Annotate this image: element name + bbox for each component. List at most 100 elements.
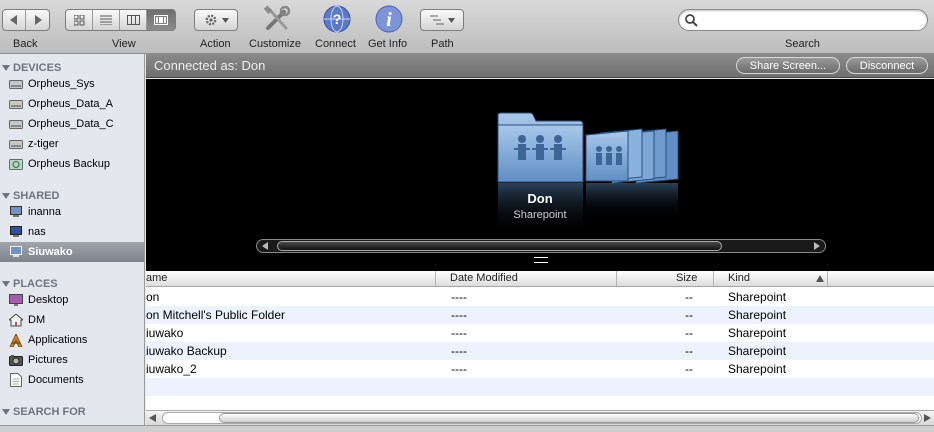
connect-button[interactable]: ? xyxy=(322,4,352,34)
column-divider[interactable] xyxy=(827,271,828,286)
svg-text:?: ? xyxy=(333,11,342,27)
view-icons-button[interactable] xyxy=(66,10,93,30)
item-date: ---- xyxy=(451,290,467,304)
sidebar-item-dm[interactable]: DM xyxy=(0,310,144,330)
column-header-name[interactable]: ame xyxy=(146,272,167,286)
sidebar-item-applications[interactable]: Applications xyxy=(0,330,144,350)
disclosure-triangle-icon xyxy=(2,65,10,71)
coverflow-title: Don xyxy=(527,191,553,206)
sidebar-item-label: z-tiger xyxy=(28,138,59,150)
sidebar-item-orpheus-data-a[interactable]: Orpheus_Data_A xyxy=(0,94,144,114)
column-view-icon xyxy=(126,15,140,25)
sort-ascending-icon xyxy=(816,275,824,282)
customize-button[interactable] xyxy=(262,4,292,34)
path-button[interactable] xyxy=(420,9,464,31)
sidebar-item-pictures[interactable]: Pictures xyxy=(0,350,144,370)
chevron-right-icon xyxy=(34,15,42,25)
split-view-handle[interactable] xyxy=(534,257,548,263)
column-divider[interactable] xyxy=(435,271,436,286)
view-label: View xyxy=(112,38,136,50)
column-header-size[interactable]: Size xyxy=(676,272,697,286)
search-field xyxy=(678,9,928,31)
horizontal-scrollbar[interactable] xyxy=(146,410,934,425)
sidebar-item-desktop[interactable]: Desktop xyxy=(0,290,144,310)
scroll-right-icon[interactable] xyxy=(814,242,820,250)
column-header-date-modified[interactable]: Date Modified xyxy=(450,272,518,286)
icon-view-icon xyxy=(73,14,84,25)
item-size: -- xyxy=(685,326,693,340)
sidebar-item-orpheus-sys[interactable]: Orpheus_Sys xyxy=(0,74,144,94)
sidebar-item-label: DM xyxy=(28,314,46,326)
item-name: iuwako Backup xyxy=(146,344,227,358)
search-icon xyxy=(685,14,698,27)
empty-row xyxy=(146,378,934,396)
view-list-button[interactable] xyxy=(93,10,120,30)
path-label: Path xyxy=(431,38,454,50)
list-item[interactable]: on Mitchell's Public Folder ---- -- Shar… xyxy=(146,306,934,324)
sidebar-item-inanna[interactable]: inanna xyxy=(0,202,144,222)
sidebar-section-shared[interactable]: SHARED xyxy=(0,174,144,202)
column-divider[interactable] xyxy=(616,271,617,286)
hard-drive-icon xyxy=(8,97,23,111)
sidebar-section-places[interactable]: PLACES xyxy=(0,262,144,290)
section-title: SHARED xyxy=(13,190,60,202)
forward-button[interactable] xyxy=(26,10,49,30)
gear-icon xyxy=(205,14,216,26)
scroll-track[interactable] xyxy=(162,412,922,424)
sidebar-section-search-for[interactable]: SEARCH FOR xyxy=(0,390,144,418)
search-input[interactable] xyxy=(701,12,921,28)
action-button[interactable] xyxy=(194,9,238,31)
sidebar-item-label: Applications xyxy=(28,334,88,346)
coverflow-scrollbar[interactable] xyxy=(256,239,826,253)
list-item[interactable]: on ---- -- Sharepoint xyxy=(146,288,934,306)
sidebar-item-nas[interactable]: nas xyxy=(0,222,144,242)
sidebar-item-label: nas xyxy=(28,226,46,238)
coverflow-view: Don Sharepoint xyxy=(146,79,934,271)
connected-as-text: Connected as: Don xyxy=(154,58,266,73)
list-item[interactable]: iuwako_2 ---- -- Sharepoint xyxy=(146,360,934,378)
chevron-left-icon xyxy=(10,15,17,25)
back-forward-control xyxy=(2,9,50,31)
share-screen-button[interactable]: Share Screen... xyxy=(736,57,840,74)
item-date: ---- xyxy=(451,344,467,358)
desktop-icon xyxy=(8,293,23,307)
sidebar-item-label: Orpheus_Data_C xyxy=(28,118,114,130)
disclosure-triangle-icon xyxy=(2,281,10,287)
item-size: -- xyxy=(685,308,693,322)
sidebar-item-label: Orpheus_Data_A xyxy=(28,98,113,110)
get-info-label: Get Info xyxy=(368,38,408,50)
column-divider[interactable] xyxy=(713,271,714,286)
info-icon: i xyxy=(375,5,403,33)
coverflow-scroll-thumb[interactable] xyxy=(277,241,722,251)
chevron-down-icon xyxy=(221,17,229,23)
sidebar-item-orpheus-backup[interactable]: Orpheus Backup xyxy=(0,154,144,174)
network-computer-icon xyxy=(8,245,23,259)
list-view-icon xyxy=(100,15,112,25)
scroll-left-icon[interactable] xyxy=(149,414,156,422)
get-info-button[interactable]: i xyxy=(374,4,404,34)
disclosure-triangle-icon xyxy=(2,409,10,415)
sidebar-item-documents[interactable]: Documents xyxy=(0,370,144,390)
sidebar-item-orpheus-data-c[interactable]: Orpheus_Data_C xyxy=(0,114,144,134)
item-kind: Sharepoint xyxy=(728,326,787,340)
view-coverflow-button[interactable] xyxy=(147,10,175,30)
scroll-right-icon[interactable] xyxy=(924,414,931,422)
view-columns-button[interactable] xyxy=(120,10,147,30)
list-header: ame Date Modified Size Kind xyxy=(146,271,934,287)
scroll-thumb[interactable] xyxy=(219,413,919,423)
toolbar: Back View Action Customize ? Connect i G… xyxy=(0,0,934,54)
list-item[interactable]: iuwako ---- -- Sharepoint xyxy=(146,324,934,342)
disconnect-button[interactable]: Disconnect xyxy=(846,57,928,74)
column-header-kind[interactable]: Kind xyxy=(728,272,750,286)
section-title: PLACES xyxy=(13,278,58,290)
coverflow-subtitle: Sharepoint xyxy=(513,209,567,221)
time-machine-disk-icon xyxy=(8,157,23,171)
file-list: ame Date Modified Size Kind on ---- -- S… xyxy=(146,271,934,411)
sidebar-section-devices[interactable]: DEVICES xyxy=(0,54,144,74)
sidebar: DEVICES Orpheus_Sys Orpheus_Data_A Orphe… xyxy=(0,54,145,432)
back-button[interactable] xyxy=(3,10,26,30)
list-item[interactable]: iuwako Backup ---- -- Sharepoint xyxy=(146,342,934,360)
scroll-left-icon[interactable] xyxy=(262,242,268,250)
sidebar-item-z-tiger[interactable]: z-tiger xyxy=(0,134,144,154)
sidebar-item-siuwako[interactable]: Siuwako xyxy=(0,242,144,262)
